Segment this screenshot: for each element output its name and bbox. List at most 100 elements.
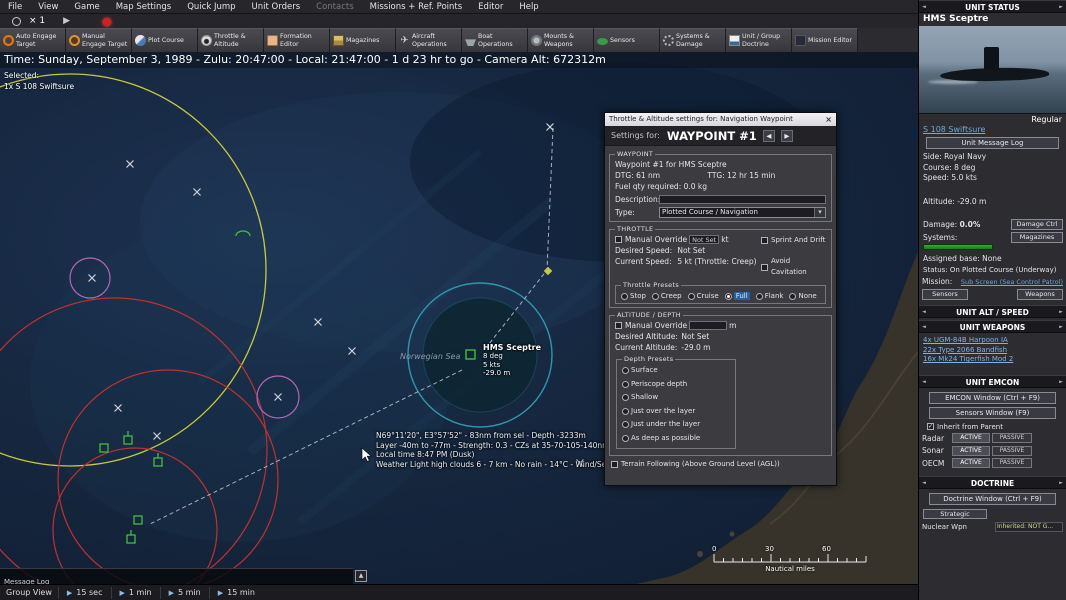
throttle-preset-none[interactable]: None (789, 292, 817, 300)
message-log-bar[interactable]: Message Log ▲ (0, 568, 367, 586)
depth-preset-periscope[interactable]: Periscope depth (622, 378, 730, 392)
strategic-button[interactable]: Strategic (923, 509, 987, 519)
plot-course-button[interactable]: Plot Course (132, 28, 198, 52)
cursor-layer-line: Layer -40m to -77m - Strength: 0.3 - CZs… (376, 440, 610, 450)
throttle-preset-full[interactable]: Full (724, 292, 750, 300)
menu-game[interactable]: Game (66, 0, 107, 14)
sensors-button[interactable]: Sensors (594, 28, 660, 52)
avoid-cavitation-checkbox[interactable] (761, 263, 768, 271)
close-icon[interactable]: × (825, 113, 832, 126)
menu-contacts[interactable]: Contacts (308, 0, 362, 14)
weapons-button-side[interactable]: Weapons (1017, 289, 1063, 300)
mission-editor-button[interactable]: Mission Editor (792, 28, 858, 52)
depth-preset-over-layer[interactable]: Just over the layer (622, 405, 730, 419)
step-1min-button[interactable]: ▶ 1 min (112, 585, 160, 600)
oecm-passive-button[interactable]: PASSIVE (992, 458, 1032, 468)
turret-icon (531, 35, 542, 46)
dialog-titlebar[interactable]: Throttle & Altitude settings for: Naviga… (605, 113, 836, 126)
menu-help[interactable]: Help (511, 0, 546, 14)
mission-editor-icon (795, 35, 806, 46)
emcon-radar-label: Radar (922, 433, 945, 443)
damage-ctrl-button[interactable]: Damage Ctrl (1011, 219, 1063, 230)
altitude-manual-input[interactable] (689, 321, 728, 330)
step-15sec-button[interactable]: ▶ 15 sec (59, 585, 111, 600)
message-log-expand-button[interactable]: ▲ (355, 570, 367, 582)
terrain-following-checkbox[interactable] (611, 461, 618, 468)
dialog-title: Throttle & Altitude settings for: Naviga… (609, 115, 793, 123)
throttle-manual-override-checkbox[interactable] (615, 236, 622, 243)
description-input[interactable] (659, 195, 826, 204)
next-waypoint-button[interactable]: ▶ (780, 129, 793, 142)
magazines-button-side[interactable]: Magazines (1011, 232, 1063, 243)
unit-emcon-header[interactable]: ◄ UNIT EMCON ► (919, 374, 1066, 388)
depth-preset-surface[interactable]: Surface (622, 364, 730, 378)
weapon-link-harpoon[interactable]: 4x UGM-84B Harpoon IA (919, 336, 1066, 346)
step-5min-button[interactable]: ▶ 5 min (161, 585, 209, 600)
mission-link[interactable]: Sub Screen (Sea Control Patrol) (952, 278, 1063, 286)
throttle-preset-flank[interactable]: Flank (755, 292, 783, 300)
depth-preset-deep[interactable]: As deep as possible (622, 432, 730, 446)
sensors-window-button[interactable]: Sensors Window (F9) (929, 406, 1056, 419)
depth-preset-under-layer[interactable]: Just under the layer (622, 418, 730, 432)
emcon-window-button[interactable]: EMCON Window (Ctrl + F9) (929, 391, 1056, 404)
menu-unit-orders[interactable]: Unit Orders (244, 0, 309, 14)
throttle-preset-stop[interactable]: Stop (621, 292, 646, 300)
waypoint-type-value: Plotted Course / Navigation (662, 208, 758, 216)
throttle-preset-creep[interactable]: Creep (651, 292, 682, 300)
menu-editor[interactable]: Editor (470, 0, 511, 14)
prev-waypoint-button[interactable]: ◀ (762, 129, 775, 142)
record-icon[interactable]: ● (102, 15, 112, 28)
formation-editor-button[interactable]: Formation Editor (264, 28, 330, 52)
unit-weapons-header[interactable]: ◄ UNIT WEAPONS ► (919, 320, 1066, 333)
systems-damage-button[interactable]: Systems & Damage (660, 28, 726, 52)
menu-missions-ref-points[interactable]: Missions + Ref. Points (362, 0, 471, 14)
weapon-link-tigerfish[interactable]: 16x Mk24 Tigerfish Mod 2 (919, 355, 1066, 365)
radar-passive-button[interactable]: PASSIVE (992, 433, 1032, 443)
cursor-databox: N69°11'20", E3°57'52" - 83nm from sel - … (376, 431, 618, 469)
unit-status-header[interactable]: ◄ UNIT STATUS ► (919, 0, 1066, 13)
throttle-preset-cruise[interactable]: Cruise (687, 292, 719, 300)
unit-status-text: Status: On Plotted Course (Underway) (923, 265, 1057, 274)
sonar-passive-button[interactable]: PASSIVE (992, 445, 1032, 456)
collapse-left-icon: ◄ (922, 4, 926, 10)
scale-units-label: Nautical miles (765, 565, 815, 573)
menu-map-settings[interactable]: Map Settings (108, 0, 180, 14)
time-compression-value[interactable]: × 1 (29, 16, 45, 26)
step-15min-button[interactable]: ▶ 15 min (210, 585, 263, 600)
mounts-weapons-button[interactable]: Mounts & Weapons (528, 28, 594, 52)
waypoint-type-select[interactable]: Plotted Course / Navigation ▾ (659, 207, 826, 218)
unit-class-link[interactable]: S 108 Swiftsure (919, 125, 1066, 135)
nuclear-weapons-value[interactable]: Inherited: NOT G... (995, 522, 1063, 532)
unit-group-doctrine-button[interactable]: Unit / Group Doctrine (726, 28, 792, 52)
boat-operations-button[interactable]: Boat Operations (462, 28, 528, 52)
unit-alt-speed-header[interactable]: ◄ UNIT ALT / SPEED ► (919, 305, 1066, 318)
menu-view[interactable]: View (30, 0, 66, 14)
compass-rose-icon[interactable] (12, 16, 21, 26)
ammo-crate-icon (333, 35, 344, 46)
sonar-active-button[interactable]: ACTIVE (952, 445, 990, 456)
menu-file[interactable]: File (0, 0, 30, 14)
doctrine-header[interactable]: ◄ DOCTRINE ► (919, 476, 1066, 489)
manual-engage-target-button[interactable]: Manual Engage Target (66, 28, 132, 52)
magazines-button[interactable]: Magazines (330, 28, 396, 52)
doctrine-window-button[interactable]: Doctrine Window (Ctrl + F9) (929, 493, 1056, 505)
play-icon[interactable]: ▶ (63, 16, 70, 26)
desired-speed-label: Desired Speed: (615, 246, 673, 255)
altitude-manual-override-checkbox[interactable] (615, 322, 622, 329)
sensors-button-side[interactable]: Sensors (922, 289, 968, 300)
sprint-and-drift-checkbox[interactable] (761, 237, 768, 244)
scenario-time-line: Time: Sunday, September 3, 1989 - Zulu: … (0, 52, 918, 68)
throttle-altitude-button[interactable]: Throttle & Altitude (198, 28, 264, 52)
oecm-active-button[interactable]: ACTIVE (952, 458, 990, 468)
depth-preset-shallow[interactable]: Shallow (622, 391, 730, 405)
group-view-label[interactable]: Group View (0, 588, 58, 597)
unit-message-log-button[interactable]: Unit Message Log (926, 137, 1059, 149)
menu-quick-jump[interactable]: Quick Jump (179, 0, 243, 14)
weapon-link-bandfish[interactable]: 22x Type 2066 Bandfish (919, 346, 1066, 356)
auto-engage-target-button[interactable]: Auto Engage Target (0, 28, 66, 52)
aircraft-operations-button[interactable]: ✈ Aircraft Operations (396, 28, 462, 52)
inherit-from-parent-checkbox[interactable]: ✓ (927, 423, 934, 430)
desired-altitude-label: Desired Altitude: (615, 332, 678, 341)
radar-active-button[interactable]: ACTIVE (952, 433, 990, 443)
throttle-manual-value[interactable]: Not Set (689, 235, 720, 244)
